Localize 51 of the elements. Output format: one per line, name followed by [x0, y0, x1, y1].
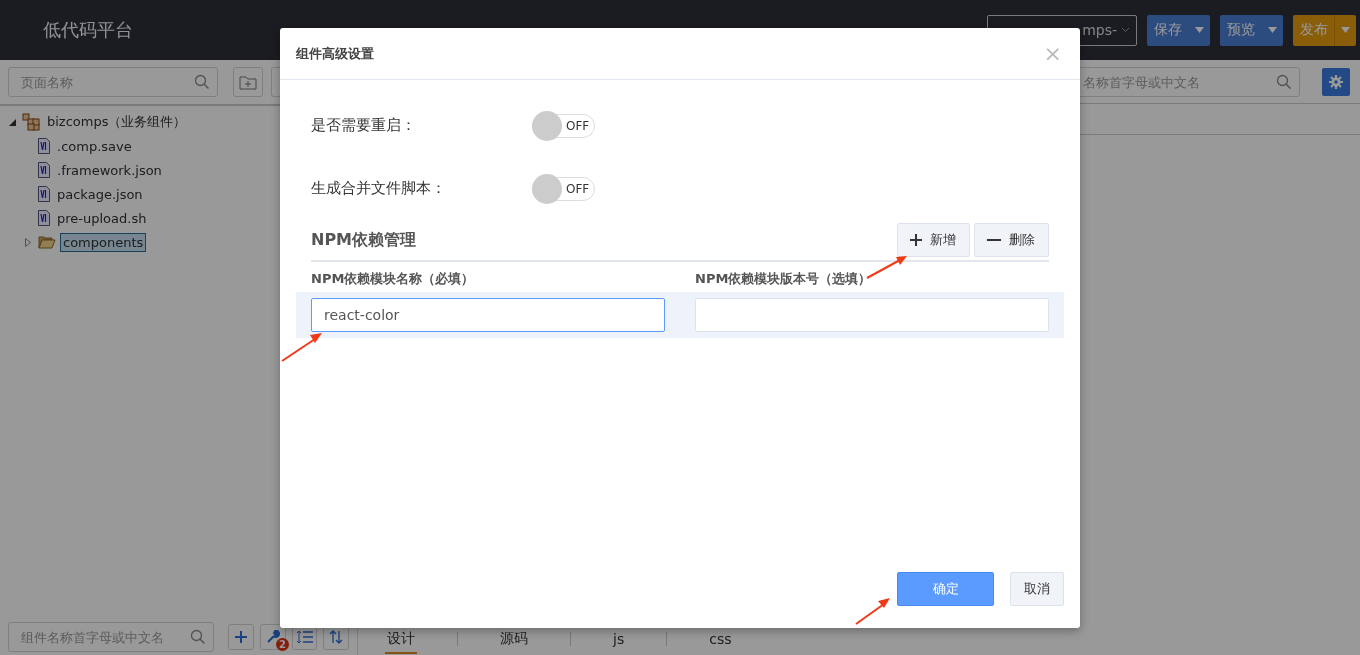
plus-icon	[910, 234, 922, 246]
cancel-button[interactable]: 取消	[1010, 572, 1064, 606]
column-header: NPM依赖模块版本号（选填）	[695, 270, 873, 288]
section-title: NPM依赖管理	[311, 230, 417, 251]
input-field[interactable]: react-color	[311, 298, 665, 332]
delete-button[interactable]: 删除	[974, 223, 1049, 257]
annotation-arrow	[866, 255, 908, 279]
column-header: NPM依赖模块名称（必填）	[311, 270, 476, 288]
expand-toggle[interactable]	[22, 237, 34, 247]
plus-icon	[235, 631, 248, 643]
search-icon	[190, 629, 207, 645]
line-height-icon	[296, 630, 313, 644]
add-button[interactable]: 新增	[897, 223, 970, 257]
table-row[interactable]: react-color	[296, 292, 1064, 338]
select-value: mps-	[1082, 22, 1117, 38]
file-icon	[38, 210, 50, 226]
field-label: 是否需要重启：	[311, 116, 417, 135]
add-button[interactable]	[228, 624, 254, 650]
wrench-icon	[265, 630, 280, 644]
annotation-arrow	[281, 332, 323, 362]
settings-button[interactable]	[1322, 68, 1350, 96]
search-icon	[194, 74, 210, 90]
file-icon	[38, 138, 50, 154]
caret-icon	[1267, 27, 1277, 33]
toggle-switch[interactable]: OFF	[532, 176, 595, 201]
tree-item[interactable]: .framework.json	[54, 160, 165, 180]
tree-item[interactable]: bizcomps（业务组件）	[44, 111, 190, 133]
toggle-switch[interactable]: OFF	[532, 113, 595, 138]
folder-plus-icon	[239, 74, 257, 90]
dialog-title: 组件高级设置	[296, 44, 374, 63]
file-icon	[38, 162, 50, 178]
components-icon	[22, 113, 40, 131]
editor-tab[interactable]: js	[611, 625, 627, 653]
input-field[interactable]	[695, 298, 1049, 332]
search-icon	[1276, 74, 1292, 90]
tree-item[interactable]: package.json	[54, 184, 146, 204]
folder-icon	[38, 235, 56, 249]
caret-icon	[1341, 27, 1350, 33]
gear-icon	[1329, 75, 1343, 89]
field-label: 生成合并文件脚本：	[311, 179, 447, 198]
editor-tab[interactable]: css	[707, 625, 734, 653]
annotation-arrow	[855, 597, 891, 625]
editor-tab[interactable]: 源码	[498, 624, 530, 654]
caret-icon	[1121, 27, 1130, 33]
tree-item[interactable]: components	[60, 232, 147, 252]
tree-item[interactable]: pre-upload.sh	[54, 208, 150, 228]
app-title: 低代码平台	[43, 18, 134, 42]
caret-icon	[1194, 27, 1204, 33]
sort-icon	[329, 630, 344, 644]
file-icon	[38, 186, 50, 202]
tree-item[interactable]: .comp.save	[54, 136, 135, 156]
